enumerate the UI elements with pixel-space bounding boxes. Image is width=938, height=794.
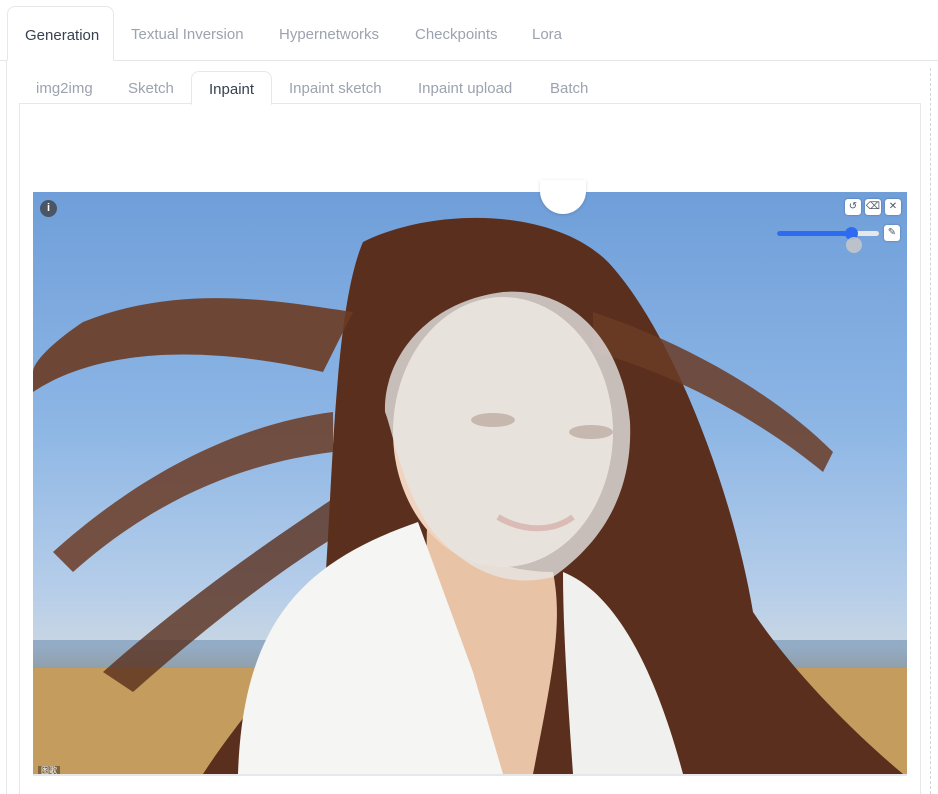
tab-generation[interactable]: Generation xyxy=(7,6,114,61)
tab-textual-inversion[interactable]: Textual Inversion xyxy=(114,18,261,52)
canvas-bottom-border xyxy=(33,774,907,776)
tab-batch[interactable]: Batch xyxy=(533,77,605,104)
close-icon[interactable]: ✕ xyxy=(885,199,901,215)
brush-size-slider[interactable] xyxy=(777,227,879,240)
tab-lora[interactable]: Lora xyxy=(515,18,579,52)
inpaint-canvas[interactable] xyxy=(33,192,907,774)
clear-icon[interactable]: ⌫ xyxy=(865,199,881,215)
brush-size-slider-fill xyxy=(777,231,852,236)
inpaint-image xyxy=(33,217,907,774)
tab-checkpoints[interactable]: Checkpoints xyxy=(398,18,515,52)
undo-icon[interactable]: ↺ xyxy=(845,199,861,215)
panel-separator xyxy=(930,68,931,794)
info-icon[interactable]: i xyxy=(40,200,57,217)
brush-icon[interactable]: ✎ xyxy=(884,225,900,241)
tab-hypernetworks[interactable]: Hypernetworks xyxy=(262,18,396,52)
tab-inpaint-upload[interactable]: Inpaint upload xyxy=(401,77,529,104)
tab-inpaint[interactable]: Inpaint xyxy=(191,71,272,105)
tab-sketch[interactable]: Sketch xyxy=(111,77,191,104)
brush-preview-cursor xyxy=(846,237,862,253)
tab-img2img[interactable]: img2img xyxy=(19,77,110,104)
main-tab-bar: Generation Textual Inversion Hypernetwor… xyxy=(0,0,938,61)
tab-inpaint-sketch[interactable]: Inpaint sketch xyxy=(272,77,399,104)
img2img-mode-tab-bar: img2img Sketch Inpaint Inpaint sketch In… xyxy=(19,71,921,105)
